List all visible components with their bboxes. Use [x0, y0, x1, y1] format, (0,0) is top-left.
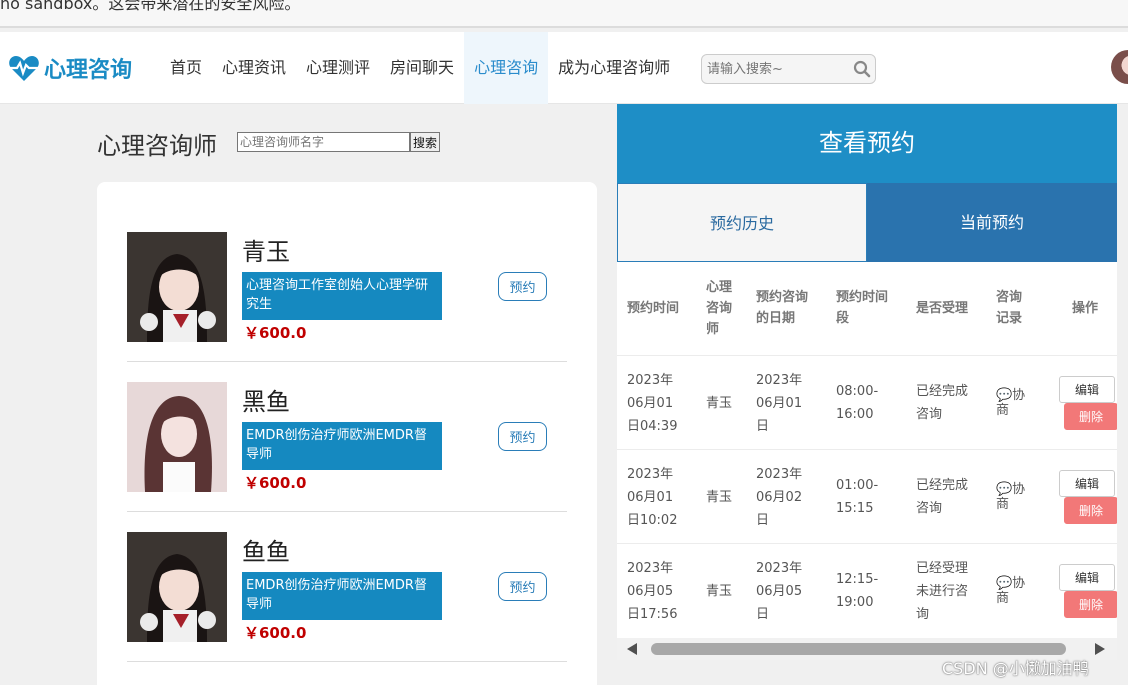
record-link[interactable]: 💬协商 — [996, 450, 1026, 544]
book-button[interactable]: 预约 — [498, 422, 547, 451]
counselor-photo — [127, 382, 227, 492]
edit-button[interactable]: 编辑 — [1059, 470, 1115, 497]
counselor-name: 青玉 — [242, 238, 290, 266]
status-cell: 已经受理未进行咨询 — [916, 560, 969, 622]
delete-button[interactable]: 删除 — [1064, 403, 1117, 430]
scroll-thumb[interactable] — [651, 643, 1066, 655]
watermark: CSDN @小懒加油鸭 — [942, 659, 1089, 678]
nav-item-chat-room[interactable]: 房间聊天 — [380, 32, 464, 104]
brand-name: 心理咨询 — [44, 58, 133, 83]
user-avatar[interactable] — [1111, 50, 1128, 84]
column-header: 心理咨询师 — [706, 279, 733, 337]
counselor-name-input[interactable] — [237, 132, 410, 152]
counselor-photo — [127, 232, 227, 342]
column-header: 预约时间段 — [836, 290, 889, 326]
tab-current-appointments[interactable]: 当前预约 — [867, 183, 1117, 262]
book-button[interactable]: 预约 — [498, 272, 547, 301]
table-row: 2023年06月01日04:39 青玉 2023年06月01日 08:00-16… — [617, 355, 1117, 449]
search-box — [701, 54, 876, 84]
counselor-price: ￥600.0 — [244, 474, 307, 492]
edit-button[interactable]: 编辑 — [1059, 564, 1115, 591]
booked-at-cell: 2023年06月01日10:02 — [627, 466, 678, 528]
delete-button[interactable]: 删除 — [1064, 591, 1117, 618]
heartbeat-icon — [9, 56, 39, 81]
column-header: 是否受理 — [916, 300, 969, 316]
appointments-table: 预约时间 心理咨询师 预约咨询的日期 预约时间段 是否受理 咨询记录 操作 20… — [617, 262, 1117, 638]
counselor-description: EMDR创伤治疗师欧洲EMDR督导师 — [242, 422, 442, 470]
navbar: 心理咨询 首页 心理资讯 心理测评 房间聊天 心理咨询 成为心理咨询师 — [0, 32, 1128, 104]
book-button[interactable]: 预约 — [498, 572, 547, 601]
column-header: 咨询记录 — [996, 290, 1023, 326]
status-cell: 已经完成咨询 — [916, 384, 969, 422]
appointments-header: 查看预约 — [617, 104, 1117, 183]
counselor-list: 青玉 心理咨询工作室创始人心理学研究生 ￥600.0 预约 黑鱼 EMDR创伤治… — [97, 182, 597, 685]
woman-portrait-avatar — [127, 382, 227, 492]
anime-girl-avatar — [127, 232, 227, 342]
slot-cell: 01:00-15:15 — [836, 478, 879, 516]
date-cell: 2023年06月05日 — [756, 560, 803, 622]
logo[interactable]: 心理咨询 — [8, 52, 132, 84]
counselor-description: 心理咨询工作室创始人心理学研究生 — [242, 272, 442, 320]
booked-at-cell: 2023年06月01日04:39 — [627, 372, 678, 434]
counselor-name: 黑鱼 — [242, 388, 290, 416]
counselors-title: 心理咨询师 — [97, 132, 217, 160]
top-strip-text: no sandbox。这会带来潜在的安全风险。 — [0, 0, 301, 13]
table-row: 2023年06月05日17:56 青玉 2023年06月05日 12:15-19… — [617, 543, 1117, 637]
nav-item-become-counselor[interactable]: 成为心理咨询师 — [548, 32, 680, 104]
counselor-photo — [127, 532, 227, 642]
column-header: 操作 — [1072, 300, 1099, 316]
search-input[interactable] — [702, 55, 842, 83]
date-cell: 2023年06月01日 — [756, 372, 803, 434]
scroll-right-arrow-icon[interactable] — [1095, 643, 1105, 655]
edit-button[interactable]: 编辑 — [1059, 376, 1115, 403]
counselor-cell: 青玉 — [706, 583, 733, 599]
nav-menu: 首页 心理资讯 心理测评 房间聊天 心理咨询 成为心理咨询师 — [160, 32, 680, 104]
counselor-card: 青玉 心理咨询工作室创始人心理学研究生 ￥600.0 预约 — [127, 212, 567, 362]
counselor-description: EMDR创伤治疗师欧洲EMDR督导师 — [242, 572, 442, 620]
table-row: 2023年06月01日10:02 青玉 2023年06月02日 01:00-15… — [617, 449, 1117, 543]
counselor-cell: 青玉 — [706, 489, 733, 505]
nav-item-consultation[interactable]: 心理咨询 — [464, 32, 549, 104]
counselor-search-button[interactable]: 搜索 — [410, 132, 440, 152]
record-link[interactable]: 💬协商 — [996, 544, 1026, 638]
anime-girl-avatar — [127, 532, 227, 642]
column-header: 预约时间 — [627, 300, 680, 316]
status-cell: 已经完成咨询 — [916, 478, 969, 516]
top-strip: no sandbox。这会带来潜在的安全风险。 — [0, 0, 1128, 28]
date-cell: 2023年06月02日 — [756, 466, 803, 528]
slot-cell: 12:15-19:00 — [836, 572, 879, 610]
search-icon[interactable] — [852, 59, 872, 79]
nav-item-news[interactable]: 心理资讯 — [212, 32, 296, 104]
counselor-cell: 青玉 — [706, 395, 733, 411]
counselor-card: 黑鱼 EMDR创伤治疗师欧洲EMDR督导师 ￥600.0 预约 — [127, 362, 567, 512]
column-header: 预约咨询的日期 — [756, 290, 809, 326]
counselor-card: 鱼鱼 EMDR创伤治疗师欧洲EMDR督导师 ￥600.0 预约 — [127, 512, 567, 662]
delete-button[interactable]: 删除 — [1064, 497, 1117, 524]
booked-at-cell: 2023年06月05日17:56 — [627, 560, 678, 622]
counselor-price: ￥600.0 — [244, 324, 307, 342]
record-link[interactable]: 💬协商 — [996, 356, 1026, 450]
tab-appointment-history[interactable]: 预约历史 — [617, 183, 867, 262]
nav-item-assessment[interactable]: 心理测评 — [296, 32, 380, 104]
nav-item-home[interactable]: 首页 — [160, 32, 212, 104]
slot-cell: 08:00-16:00 — [836, 384, 879, 422]
counselor-price: ￥600.0 — [244, 624, 307, 642]
counselor-name: 鱼鱼 — [242, 538, 290, 566]
scroll-left-arrow-icon[interactable] — [627, 643, 637, 655]
